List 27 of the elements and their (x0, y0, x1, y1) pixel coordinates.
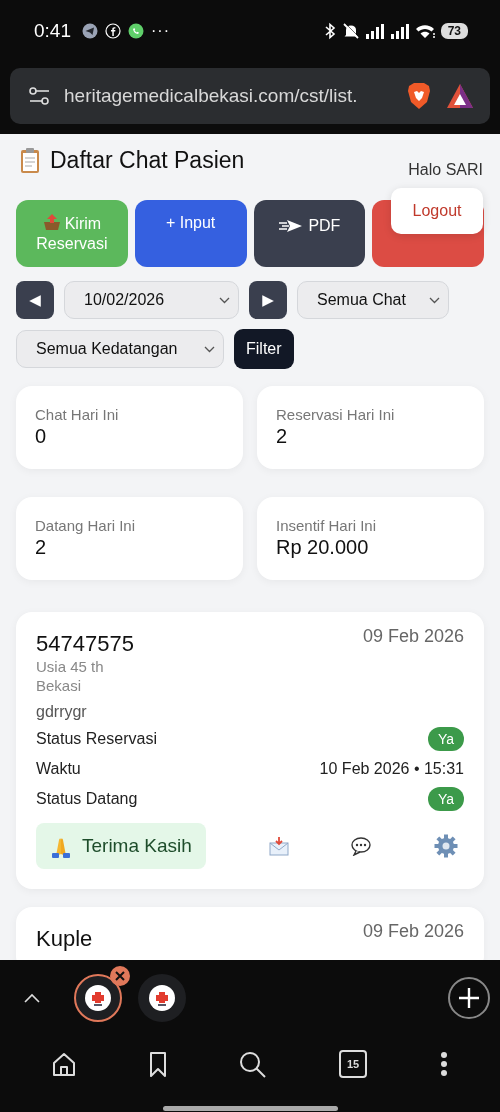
status-badge: Ya (427, 787, 464, 811)
field-label: Status Reservasi (36, 730, 157, 748)
stat-label: Datang Hari Ini (35, 517, 137, 534)
field-label: Status Datang (36, 790, 138, 808)
stat-value: Rp 20.000 (276, 536, 370, 559)
stat-label: Reservasi Hari Ini (276, 406, 396, 423)
patient-age: Usia 45 th (36, 657, 105, 676)
patient-name: Kuple (36, 926, 93, 952)
patient-city: Bekasi (36, 676, 83, 695)
more-notifications: ··· (151, 22, 170, 40)
field-label: Waktu (36, 760, 81, 778)
chat-date: 09 Feb 2026 (362, 626, 464, 647)
field-value: 10 Feb 2026 • 15:31 (319, 760, 464, 778)
page-title: Daftar Chat Pasien (50, 147, 245, 174)
stat-label: Insentif Hari Ini (276, 517, 378, 534)
chat-date: 09 Feb 2026 (362, 921, 464, 942)
chat-message: gdrrygr (36, 703, 88, 721)
url-text: heritagemedicalbekasi.com/cst/list. (64, 85, 359, 107)
stat-label: Chat Hari Ini (35, 406, 120, 423)
clock-time: 0:41 (34, 20, 71, 42)
stat-value: 0 (35, 425, 48, 448)
greeting-text: Halo SARI (408, 161, 484, 179)
status-badge: Ya (427, 727, 464, 751)
stat-value: 2 (276, 425, 289, 448)
stat-value: 2 (35, 536, 48, 559)
patient-name: 54747575 (36, 631, 134, 657)
battery-level: 73 (440, 23, 468, 39)
